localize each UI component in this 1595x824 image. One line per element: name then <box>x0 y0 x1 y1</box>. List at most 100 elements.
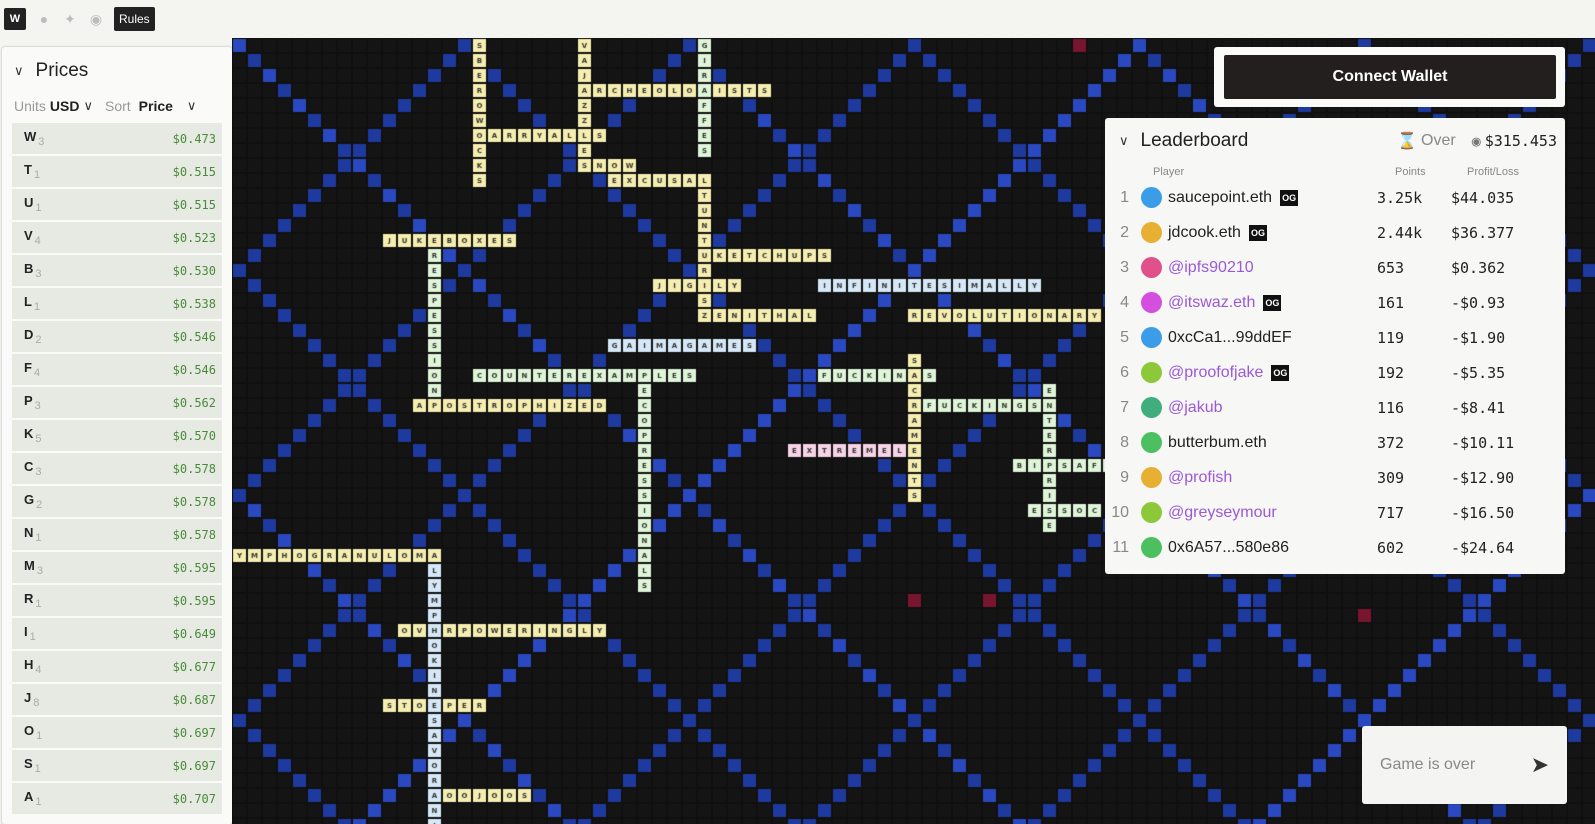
top-bar: W ● ✦ ◉ Rules <box>0 0 1595 38</box>
player-name[interactable]: @itswaz.eth <box>1168 294 1255 312</box>
collapse-leaderboard-icon[interactable]: ∨ <box>1119 133 1129 149</box>
player-name: butterbum.eth <box>1168 433 1267 451</box>
letter-price: $0.578 <box>172 494 216 509</box>
price-row[interactable]: O 1 $0.697 <box>12 717 222 748</box>
price-row[interactable]: G 2 $0.578 <box>12 486 222 517</box>
sort-select[interactable]: Price <box>139 98 173 114</box>
player-pl: $0.362 <box>1451 258 1506 277</box>
price-row[interactable]: P 3 $0.562 <box>12 387 222 418</box>
rank: 2 <box>1120 223 1129 241</box>
player-pl: -$1.90 <box>1451 328 1506 347</box>
player-name[interactable]: @greyseymour <box>1168 504 1277 522</box>
letter-points: 3 <box>35 466 42 478</box>
letter: K5 <box>24 426 42 445</box>
letter-points: 8 <box>33 697 40 709</box>
leaderboard-row[interactable]: 3 @ipfs90210 653 $0.362 <box>1105 250 1565 285</box>
units-select[interactable]: USD <box>50 98 80 114</box>
collapse-prices-icon[interactable]: ∨ <box>14 63 24 79</box>
letter-points: 3 <box>34 400 41 412</box>
price-row[interactable]: C 3 $0.578 <box>12 453 222 484</box>
player-points: 717 <box>1377 503 1405 522</box>
price-row[interactable]: B 3 $0.530 <box>12 255 222 286</box>
price-row[interactable]: U 1 $0.515 <box>12 189 222 220</box>
price-row[interactable]: M 3 $0.595 <box>12 552 222 583</box>
leaderboard-row[interactable]: 8 butterbum.eth 372 -$10.11 <box>1105 425 1565 460</box>
letter-points: 3 <box>36 565 43 577</box>
prize-pot: ◉ $315.453 <box>1472 132 1557 150</box>
letter: C3 <box>24 459 42 478</box>
avatar <box>1141 292 1162 313</box>
letter-price: $0.523 <box>172 230 216 245</box>
rank: 11 <box>1112 538 1129 556</box>
letter-points: 4 <box>34 235 41 247</box>
letter-points: 2 <box>36 499 43 511</box>
og-badge: OG <box>1280 189 1299 206</box>
letter: F4 <box>24 360 41 379</box>
letter-price: $0.595 <box>172 593 216 608</box>
price-row[interactable]: A 1 $0.707 <box>12 783 222 814</box>
discord-icon[interactable]: ◉ <box>88 11 104 27</box>
col-player: Player <box>1153 166 1185 178</box>
logo[interactable]: W <box>4 8 26 30</box>
chat-input[interactable]: Game is over ➤ <box>1362 726 1567 804</box>
pot-value: $315.453 <box>1484 132 1557 150</box>
leaderboard-row[interactable]: 7 @jakub 116 -$8.41 <box>1105 390 1565 425</box>
chat-placeholder: Game is over <box>1380 756 1476 773</box>
price-row[interactable]: V 4 $0.523 <box>12 222 222 253</box>
price-row[interactable]: F 4 $0.546 <box>12 354 222 385</box>
price-row[interactable]: I 1 $0.649 <box>12 618 222 649</box>
player-points: 192 <box>1377 363 1405 382</box>
leaderboard-row[interactable]: 10 @greyseymour 717 -$16.50 <box>1105 495 1565 530</box>
player-points: 372 <box>1377 433 1405 452</box>
letter-points: 1 <box>35 532 42 544</box>
player-name: saucepoint.eth <box>1168 188 1273 206</box>
player-name[interactable]: @jakub <box>1168 399 1223 417</box>
letter-price: $0.649 <box>172 626 216 641</box>
twitter-icon[interactable]: ✦ <box>62 11 78 27</box>
leaderboard-row[interactable]: 11 0x6A57...580e86 602 -$24.64 <box>1105 530 1565 565</box>
leaderboard-row[interactable]: 1 saucepoint.eth OG 3.25k $44.035 <box>1105 180 1565 215</box>
price-row[interactable]: D 2 $0.546 <box>12 321 222 352</box>
letter: I1 <box>24 624 36 643</box>
letter-points: 1 <box>33 301 41 313</box>
price-row[interactable]: S 1 $0.697 <box>12 750 222 781</box>
prices-panel: ∨ Prices Units USD ∨ Sort Price ∨ W 3 $0.4… <box>2 47 232 824</box>
player-name: 0xcCa1...99ddEF <box>1168 328 1292 346</box>
avatar <box>1141 222 1162 243</box>
player-name[interactable]: @proofofjake <box>1168 364 1263 382</box>
letter-points: 4 <box>33 367 41 379</box>
leaderboard-row[interactable]: 5 0xcCa1...99ddEF 119 -$1.90 <box>1105 320 1565 355</box>
letter-price: $0.570 <box>172 428 216 443</box>
og-badge: OG <box>1263 294 1282 311</box>
price-row[interactable]: H 4 $0.677 <box>12 651 222 682</box>
price-row[interactable]: L 1 $0.538 <box>12 288 222 319</box>
price-row[interactable]: J 8 $0.687 <box>12 684 222 715</box>
letter: B3 <box>24 261 42 280</box>
hourglass-icon: ⌛ <box>1397 133 1418 150</box>
player-points: 161 <box>1377 293 1405 312</box>
sort-chevron-icon[interactable]: ∨ <box>187 98 197 114</box>
player-pl: -$24.64 <box>1451 538 1515 557</box>
price-row[interactable]: K 5 $0.570 <box>12 420 222 451</box>
price-row[interactable]: T 1 $0.515 <box>12 156 222 187</box>
github-icon[interactable]: ● <box>36 11 52 27</box>
price-row[interactable]: W 3 $0.473 <box>12 123 222 154</box>
leaderboard-title: Leaderboard <box>1140 130 1249 151</box>
player-name[interactable]: @ipfs90210 <box>1168 259 1254 277</box>
col-pl: Profit/Loss <box>1467 166 1519 178</box>
connect-wallet-button[interactable]: Connect Wallet <box>1224 55 1556 99</box>
send-icon[interactable]: ➤ <box>1531 752 1549 778</box>
rules-button[interactable]: Rules <box>114 7 155 31</box>
avatar <box>1141 257 1162 278</box>
leaderboard-row[interactable]: 9 @profish 309 -$12.90 <box>1105 460 1565 495</box>
price-row[interactable]: N 1 $0.578 <box>12 519 222 550</box>
price-row[interactable]: R 1 $0.595 <box>12 585 222 616</box>
units-chevron-icon[interactable]: ∨ <box>83 98 93 114</box>
leaderboard-row[interactable]: 6 @proofofjake OG 192 -$5.35 <box>1105 355 1565 390</box>
player-name[interactable]: @profish <box>1168 469 1232 487</box>
leaderboard-row[interactable]: 2 jdcook.eth OG 2.44k $36.377 <box>1105 215 1565 250</box>
player-points: 116 <box>1377 398 1405 417</box>
leaderboard-row[interactable]: 4 @itswaz.eth OG 161 -$0.93 <box>1105 285 1565 320</box>
rank: 1 <box>1120 188 1129 206</box>
player-pl: -$0.93 <box>1451 293 1506 312</box>
